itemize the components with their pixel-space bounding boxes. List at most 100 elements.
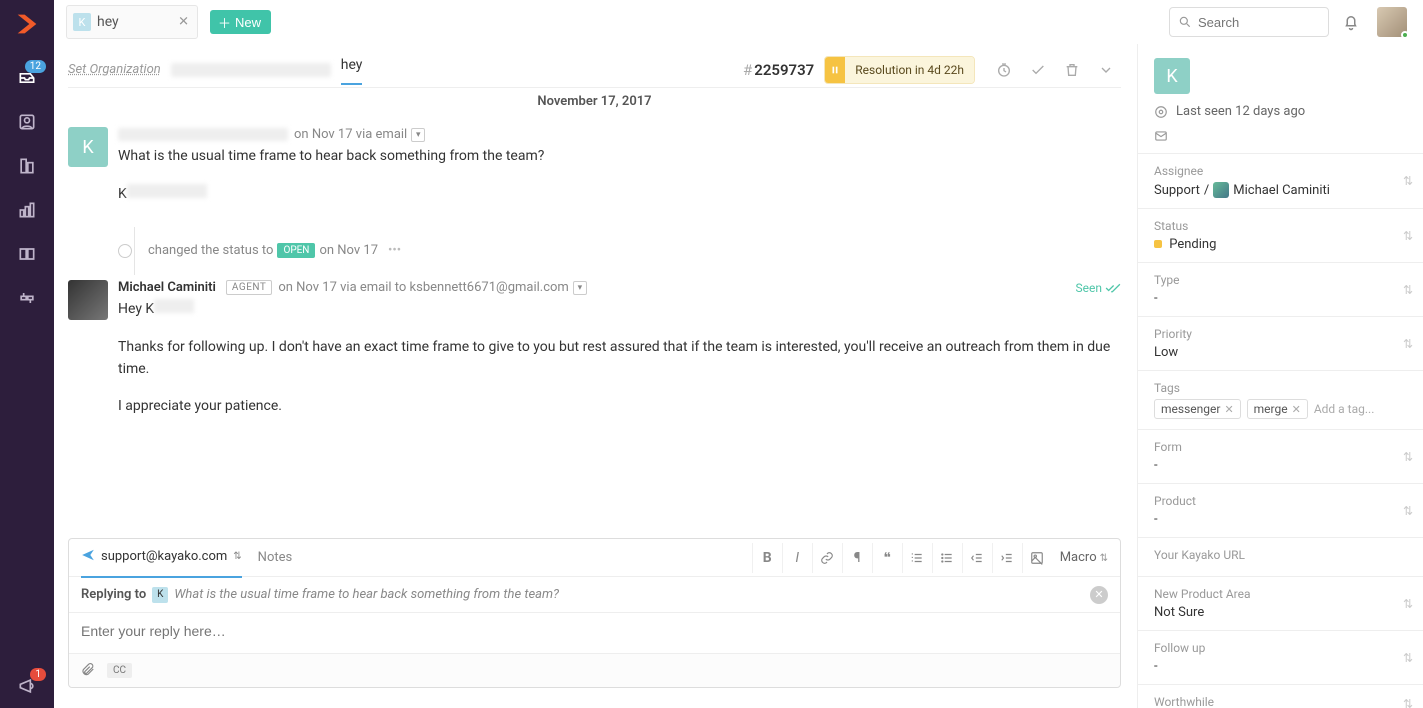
snooze-icon[interactable] [989,55,1019,85]
top-bar: K hey ✕ ＋ New [54,0,1423,44]
tag-pill[interactable]: messenger✕ [1154,399,1241,419]
kayako-logo[interactable] [13,10,41,38]
field-label: Follow up [1154,641,1407,655]
italic-icon[interactable]: I [782,543,812,573]
kayako-url-field[interactable]: Your Kayako URL [1138,538,1423,577]
conversation-title[interactable]: hey [341,57,363,83]
assignee-field[interactable]: Assignee Support / Michael Caminiti ⇅ [1138,154,1423,209]
complete-icon[interactable] [1023,55,1053,85]
bold-icon[interactable]: B [752,543,782,573]
sla-text: Resolution in 4d 22h [845,57,974,83]
remove-tag-icon[interactable]: ✕ [1224,403,1233,416]
nav-organizations[interactable] [0,144,54,188]
link-icon[interactable] [812,543,842,573]
message-meta: on Nov 17 via email [294,127,407,142]
macro-dropdown[interactable]: Macro⇅ [1060,550,1108,565]
quote-icon[interactable]: ❝ [872,543,902,573]
nav-channels[interactable] [0,276,54,320]
chevron-updown-icon[interactable]: ⇅ [1403,651,1413,665]
outdent-icon[interactable] [962,543,992,573]
remove-quote-icon[interactable]: ✕ [1090,586,1108,604]
tags-row: messenger✕ merge✕ Add a tag... [1154,399,1407,419]
message-author: Michael Caminiti [118,280,216,295]
cc-button[interactable]: CC [107,663,132,678]
announce-badge: 1 [30,668,46,681]
chevron-updown-icon[interactable]: ⇅ [1403,283,1413,297]
reply-channel-label: support@kayako.com [101,549,227,564]
chevron-updown-icon[interactable]: ⇅ [1403,504,1413,518]
unordered-list-icon[interactable] [932,543,962,573]
chevron-updown-icon[interactable]: ⇅ [1403,597,1413,611]
event-pre: changed the status to [148,243,273,258]
image-icon[interactable] [1022,543,1052,573]
field-label: Tags [1154,381,1407,395]
field-label: Type [1154,273,1407,287]
tab-close-icon[interactable]: ✕ [178,15,189,30]
chevron-updown-icon[interactable]: ⇅ [1403,174,1413,188]
status-color-icon [1154,240,1162,248]
chevron-updown-icon[interactable]: ⇅ [1403,697,1413,708]
tags-field[interactable]: Tags messenger✕ merge✕ Add a tag... [1138,371,1423,430]
search-input[interactable] [1198,15,1308,30]
requester-avatar[interactable]: K [68,127,108,167]
field-value: Not Sure [1154,605,1407,620]
tag-pill[interactable]: merge✕ [1247,399,1308,419]
chevron-updown-icon[interactable]: ⇅ [1403,229,1413,243]
remove-tag-icon[interactable]: ✕ [1292,403,1301,416]
new-product-area-field[interactable]: New Product Area Not Sure ⇅ [1138,577,1423,631]
message-options-icon[interactable]: ▾ [573,281,587,295]
product-field[interactable]: Product - ⇅ [1138,484,1423,538]
chevron-down-icon[interactable] [1091,55,1121,85]
new-button[interactable]: ＋ New [210,10,271,34]
replying-to-bar: Replying to K What is the usual time fra… [69,577,1120,613]
reply-editor: support@kayako.com ⇅ Notes B I ¶ ❝ Macro… [68,538,1121,688]
field-label: Status [1154,219,1407,233]
indent-icon[interactable] [992,543,1022,573]
open-tab[interactable]: K hey ✕ [66,5,198,39]
reply-textarea[interactable] [81,623,1108,639]
field-label: Priority [1154,327,1407,341]
reply-toolbar: support@kayako.com ⇅ Notes B I ¶ ❝ Macro… [69,539,1120,577]
message-body: Thanks for following up. I don't have an… [118,337,1121,380]
ordered-list-icon[interactable] [902,543,932,573]
reply-channel-tab[interactable]: support@kayako.com ⇅ [81,548,242,578]
type-field[interactable]: Type - ⇅ [1138,263,1423,317]
nav-inbox[interactable]: 12 [0,56,54,100]
reply-text-area[interactable] [69,613,1120,653]
requester-name-redacted [171,63,331,77]
worthwhile-field[interactable]: Worthwhile ⇅ [1138,685,1423,708]
agent-avatar[interactable] [68,280,108,320]
chevron-updown-icon[interactable]: ⇅ [1403,450,1413,464]
nav-insights[interactable] [0,188,54,232]
conversation-body: November 17, 2017 K on Nov 17 via email … [68,94,1121,536]
sla-indicator[interactable]: Resolution in 4d 22h [824,56,975,84]
event-more-icon[interactable]: ••• [388,243,401,258]
inbox-badge: 12 [25,60,46,73]
status-field[interactable]: Status Pending ⇅ [1138,209,1423,263]
notifications-icon[interactable] [1333,4,1369,40]
field-value: - [1154,659,1407,674]
add-tag-input[interactable]: Add a tag... [1314,402,1375,416]
nav-users[interactable] [0,100,54,144]
email-icon[interactable] [1154,129,1168,143]
details-sidebar: K Last seen 12 days ago Assignee Support… [1137,44,1423,708]
search-input-container[interactable] [1169,7,1329,37]
set-organization-link[interactable]: Set Organization [68,62,161,77]
message-options-icon[interactable]: ▾ [411,128,425,142]
priority-field[interactable]: Priority Low ⇅ [1138,317,1423,371]
chevron-updown-icon[interactable]: ⇅ [1403,337,1413,351]
notes-tab[interactable]: Notes [258,550,293,565]
nav-helpcenter[interactable] [0,232,54,276]
follow-up-field[interactable]: Follow up - ⇅ [1138,631,1423,685]
attachment-icon[interactable] [81,662,95,680]
requester-avatar-large[interactable]: K [1154,58,1190,94]
requester-name-redacted [118,128,288,141]
conversation-header: Set Organization hey #2259737 Resolution… [68,52,1121,88]
user-avatar[interactable] [1377,7,1407,37]
nav-announcements[interactable]: 1 [0,664,54,708]
paragraph-icon[interactable]: ¶ [842,543,872,573]
form-field[interactable]: Form - ⇅ [1138,430,1423,484]
field-label: Worthwhile [1154,695,1407,708]
field-value: Pending [1154,237,1407,252]
trash-icon[interactable] [1057,55,1087,85]
